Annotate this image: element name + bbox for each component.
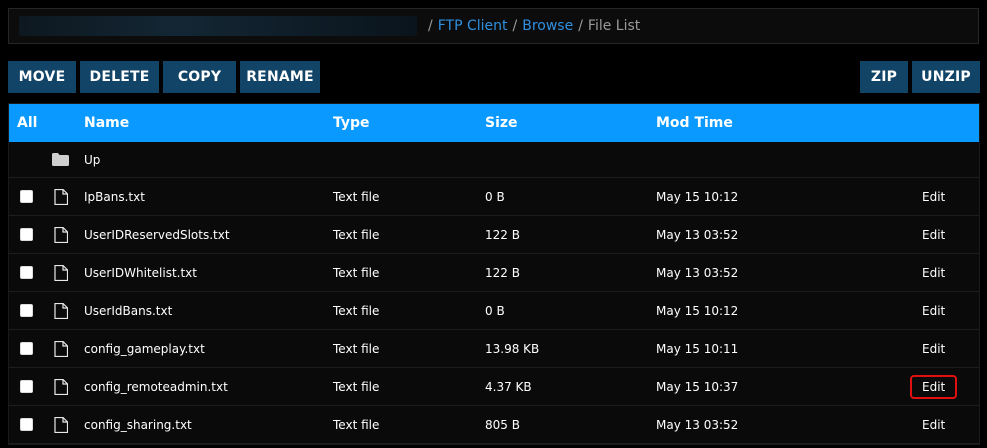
table-header: All Name Type Size Mod Time [9,104,979,142]
file-type: Text file [333,227,380,242]
table-row[interactable]: UserIdBans.txt Text file 0 B May 15 10:12 Ed… [9,292,979,330]
row-checkbox[interactable] [20,228,33,241]
move-button[interactable]: MOVE [8,61,76,93]
breadcrumb-separator: / [512,18,518,34]
file-mod-time: May 13 03:52 [656,227,739,242]
file-size: 13.98 KB [485,341,540,356]
file-name[interactable]: IpBans.txt [84,178,145,215]
file-mod-time: May 13 03:52 [656,265,739,280]
file-type: Text file [333,379,380,394]
table-row[interactable]: config_remoteadmin.txt Text file 4.37 KB Ma… [9,368,979,406]
file-name[interactable]: UserIdBans.txt [84,292,172,329]
table-row[interactable]: IpBans.txt Text file 0 B May 15 10:12 Edit [9,178,979,216]
file-name[interactable]: UserIDReservedSlots.txt [84,216,230,253]
table-row[interactable]: config_sharing.txt Text file 805 B May 13 0… [9,406,979,444]
breadcrumb-separator: / [578,18,583,34]
row-checkbox[interactable] [20,418,33,431]
file-icon [54,406,68,443]
header-all[interactable]: All [17,104,37,142]
table-row[interactable]: UserIDWhitelist.txt Text file 122 B May 13 … [9,254,979,292]
file-mod-time: May 15 10:37 [656,379,739,394]
file-size: 0 B [485,303,505,318]
redacted-server-link[interactable] [19,16,417,36]
edit-cell: Edit [910,254,957,291]
file-type: Text file [333,265,380,280]
file-icon [54,330,68,367]
edit-cell: Edit [910,178,957,215]
file-type: Text file [333,417,380,432]
breadcrumb-separator: / [428,18,433,34]
row-checkbox-cell [20,368,33,405]
edit-cell: Edit [910,330,957,367]
file-type: Text file [333,189,380,204]
row-checkbox-cell [20,254,33,291]
header-type[interactable]: Type [333,104,370,142]
header-size[interactable]: Size [485,104,518,142]
file-size: 4.37 KB [485,379,532,394]
table-row[interactable]: UserIDReservedSlots.txt Text file 122 B May… [9,216,979,254]
file-mod-time: May 15 10:11 [656,341,739,356]
zip-button[interactable]: ZIP [860,61,908,93]
edit-cell: Edit [910,216,957,253]
unzip-button[interactable]: UNZIP [912,61,980,93]
header-name[interactable]: Name [84,104,129,142]
file-type: Text file [333,303,380,318]
file-name[interactable]: config_remoteadmin.txt [84,368,228,405]
table-row[interactable]: config_gameplay.txt Text file 13.98 KB May … [9,330,979,368]
file-mod-time: May 15 10:12 [656,189,739,204]
file-icon [54,254,68,291]
table-row-up[interactable]: Up [9,142,979,178]
edit-button[interactable]: Edit [910,413,957,437]
breadcrumb-current: File List [587,18,641,34]
row-checkbox-cell [20,406,33,443]
row-checkbox[interactable] [20,304,33,317]
row-checkbox[interactable] [20,266,33,279]
edit-button[interactable]: Edit [910,374,958,399]
file-table: All Name Type Size Mod Time Up IpBans.tx… [8,103,980,445]
header-mod-time[interactable]: Mod Time [656,104,733,142]
up-link[interactable]: Up [84,142,100,177]
copy-button[interactable]: COPY [163,61,236,93]
file-icon [54,216,68,253]
row-checkbox[interactable] [20,380,33,393]
file-mod-time: May 13 03:52 [656,417,739,432]
toolbar: MOVE DELETE COPY RENAME ZIP UNZIP [8,61,980,93]
edit-button[interactable]: Edit [910,299,957,323]
file-icon [54,178,68,215]
file-name[interactable]: config_gameplay.txt [84,330,205,367]
file-icon [54,368,68,405]
rename-button[interactable]: RENAME [240,61,320,93]
edit-cell: Edit [910,292,957,329]
folder-icon [52,142,69,177]
file-size: 0 B [485,189,505,204]
file-name[interactable]: UserIDWhitelist.txt [84,254,197,291]
breadcrumb-browse[interactable]: Browse [522,18,573,34]
file-size: 805 B [485,417,520,432]
row-checkbox-cell [20,330,33,367]
file-name[interactable]: config_sharing.txt [84,406,192,443]
edit-button[interactable]: Edit [910,261,957,285]
edit-cell: Edit [910,368,958,405]
breadcrumb: / FTP Client / Browse / File List [8,8,979,44]
edit-button[interactable]: Edit [910,223,957,247]
edit-button[interactable]: Edit [910,337,957,361]
edit-button[interactable]: Edit [910,185,957,209]
file-type: Text file [333,341,380,356]
row-checkbox[interactable] [20,342,33,355]
file-icon [54,292,68,329]
delete-button[interactable]: DELETE [80,61,159,93]
file-mod-time: May 15 10:12 [656,303,739,318]
row-checkbox-cell [20,178,33,215]
row-checkbox-cell [20,292,33,329]
row-checkbox-cell [20,216,33,253]
file-size: 122 B [485,265,520,280]
row-checkbox[interactable] [20,190,33,203]
breadcrumb-ftp-client[interactable]: FTP Client [438,18,508,34]
edit-cell: Edit [910,406,957,443]
file-size: 122 B [485,227,520,242]
